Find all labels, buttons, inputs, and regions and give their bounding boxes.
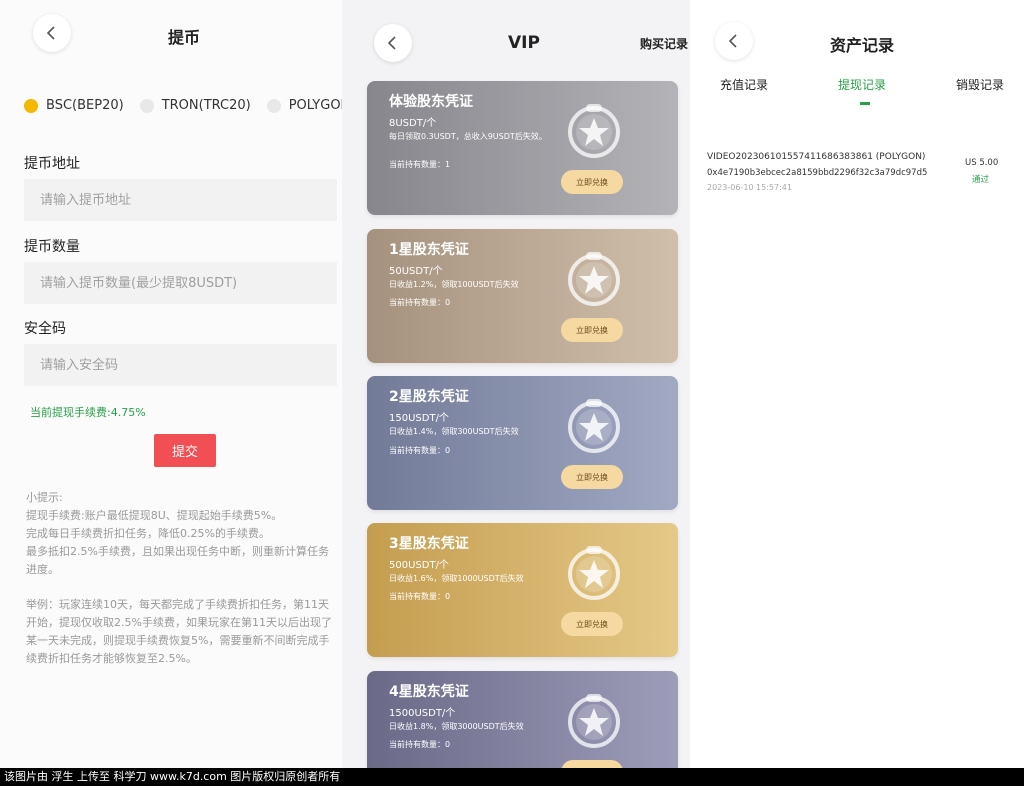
card-held: 当前持有数量：0 <box>389 592 451 601</box>
tips-text: 小提示: 提现手续费:账户最低提现8U、提现起始手续费5%。 完成每日手续费折扣… <box>26 489 338 668</box>
address-input[interactable] <box>24 179 337 221</box>
card-price: 8USDT/个 <box>389 118 437 129</box>
fee-text: 当前提现手续费:4.75% <box>30 406 146 419</box>
chevron-left-icon <box>46 26 55 40</box>
card-held: 当前持有数量：0 <box>389 298 451 307</box>
security-code-label: 安全码 <box>24 321 66 337</box>
card-name: 2星股东凭证 <box>389 389 469 405</box>
vip-panel: VIP 购买记录 体验股东凭证 8USDT/个每日领取0.3USDT，总收入9US… <box>342 0 690 768</box>
page-title: 提币 <box>168 28 201 47</box>
tip-line: 提现手续费:账户最低提现8U、提现起始手续费5%。 <box>26 509 283 522</box>
chain-option-polygon[interactable]: POLYGON <box>266 98 342 113</box>
tip-line: 举例：玩家连续10天，每天都完成了手续费折扣任务，第11天开始，提现仅收取2.5… <box>26 598 332 665</box>
card-desc: 日收益1.8%，领取3000USDT后失效 <box>389 722 524 731</box>
chain-label: BSC(BEP20) <box>46 98 124 113</box>
card-price: 500USDT/个 <box>389 560 449 571</box>
active-tab-indicator <box>860 102 870 105</box>
card-price: 50USDT/个 <box>389 266 443 277</box>
withdraw-panel: 提币 BSC(BEP20) TRON(TRC20) POLYGON 提币地址 提… <box>0 0 342 768</box>
record-amount: US 5.00 <box>965 158 999 168</box>
card-price: 150USDT/个 <box>389 413 449 424</box>
security-code-input[interactable] <box>24 344 337 386</box>
radio-icon <box>266 98 281 113</box>
buy-records-link[interactable]: 购买记录 <box>640 35 688 52</box>
tab-burn[interactable]: 销毁记录 <box>956 76 1004 93</box>
address-label: 提币地址 <box>24 156 80 172</box>
redeem-button[interactable]: 立即兑换 <box>561 760 623 768</box>
card-name: 1星股东凭证 <box>389 242 469 258</box>
redeem-button[interactable]: 立即兑换 <box>561 170 623 194</box>
card-desc: 日收益1.4%，领取300USDT后失效 <box>389 427 519 436</box>
card-held: 当前持有数量：0 <box>389 740 451 749</box>
card-name: 3星股东凭证 <box>389 536 469 552</box>
badge-star-icon <box>568 546 620 600</box>
card-name: 4星股东凭证 <box>389 684 469 700</box>
back-button[interactable] <box>715 22 753 60</box>
record-hash: 0x4e7190b3ebcec2a8159bbd2296f32c3a79dc97… <box>707 168 928 178</box>
record-time: 2023-06-10 15:57:41 <box>707 183 792 192</box>
chain-option-bsc[interactable]: BSC(BEP20) <box>24 98 124 113</box>
chain-selector: BSC(BEP20) TRON(TRC20) POLYGON <box>24 98 342 113</box>
tip-line: 完成每日手续费折扣任务，降低0.25%的手续费。 <box>26 527 270 540</box>
vip-card: 2星股东凭证 150USDT/个日收益1.4%，领取300USDT后失效 当前持有数… <box>367 376 678 510</box>
tip-line: 小提示: <box>26 491 63 504</box>
vip-card: 4星股东凭证 1500USDT/个日收益1.8%，领取3000USDT后失效 当前持… <box>367 671 678 768</box>
radio-icon <box>139 98 154 113</box>
tip-line: 最多抵扣2.5%手续费，且如果出现任务中断，则重新计算任务进度。 <box>26 545 329 576</box>
amount-input[interactable] <box>24 262 337 304</box>
card-desc: 每日领取0.3USDT，总收入9USDT后失效。 <box>389 132 547 141</box>
page-title: 资产记录 <box>830 36 895 55</box>
chevron-left-icon <box>728 34 737 48</box>
badge-star-icon <box>568 104 620 158</box>
badge-star-icon <box>568 399 620 453</box>
record-status: 通过 <box>972 175 990 185</box>
watermark-footer: 该图片由 浮生 上传至 科学刀 www.k7d.com 图片版权归原创者所有 <box>0 768 1024 786</box>
radio-selected-icon <box>24 98 38 113</box>
card-desc: 日收益1.2%，领取100USDT后失效 <box>389 280 519 289</box>
card-held: 当前持有数量：1 <box>389 160 451 169</box>
card-price: 1500USDT/个 <box>389 708 456 719</box>
record-title: VIDEO2023061015574116863838​61 (POLYGON) <box>707 152 926 162</box>
card-name: 体验股东凭证 <box>389 94 473 110</box>
chain-option-tron[interactable]: TRON(TRC20) <box>139 98 251 113</box>
tab-withdraw[interactable]: 提现记录 <box>838 76 886 93</box>
redeem-button[interactable]: 立即兑换 <box>561 612 623 636</box>
badge-star-icon <box>568 694 620 748</box>
assets-panel: 资产记录 充值记录 提现记录 销毁记录 VIDEO202306101557411… <box>690 0 1024 768</box>
vip-card: 3星股东凭证 500USDT/个日收益1.6%，领取1000USDT后失效 当前持有… <box>367 523 678 657</box>
chevron-left-icon <box>387 36 396 50</box>
vip-card: 1星股东凭证 50USDT/个日收益1.2%，领取100USDT后失效 当前持有数量… <box>367 229 678 363</box>
badge-star-icon <box>568 252 620 306</box>
page-title: VIP <box>508 33 540 53</box>
vip-card: 体验股东凭证 8USDT/个每日领取0.3USDT，总收入9USDT后失效。 当前持… <box>367 81 678 215</box>
back-button[interactable] <box>33 14 71 52</box>
submit-button[interactable]: 提交 <box>154 434 216 467</box>
card-held: 当前持有数量：0 <box>389 446 451 455</box>
card-desc: 日收益1.6%，领取1000USDT后失效 <box>389 574 524 583</box>
redeem-button[interactable]: 立即兑换 <box>561 318 623 342</box>
chain-label: POLYGON <box>288 98 342 113</box>
tab-recharge[interactable]: 充值记录 <box>720 76 768 93</box>
amount-label: 提币数量 <box>24 239 80 255</box>
back-button[interactable] <box>374 24 412 62</box>
chain-label: TRON(TRC20) <box>161 98 251 113</box>
redeem-button[interactable]: 立即兑换 <box>561 465 623 489</box>
